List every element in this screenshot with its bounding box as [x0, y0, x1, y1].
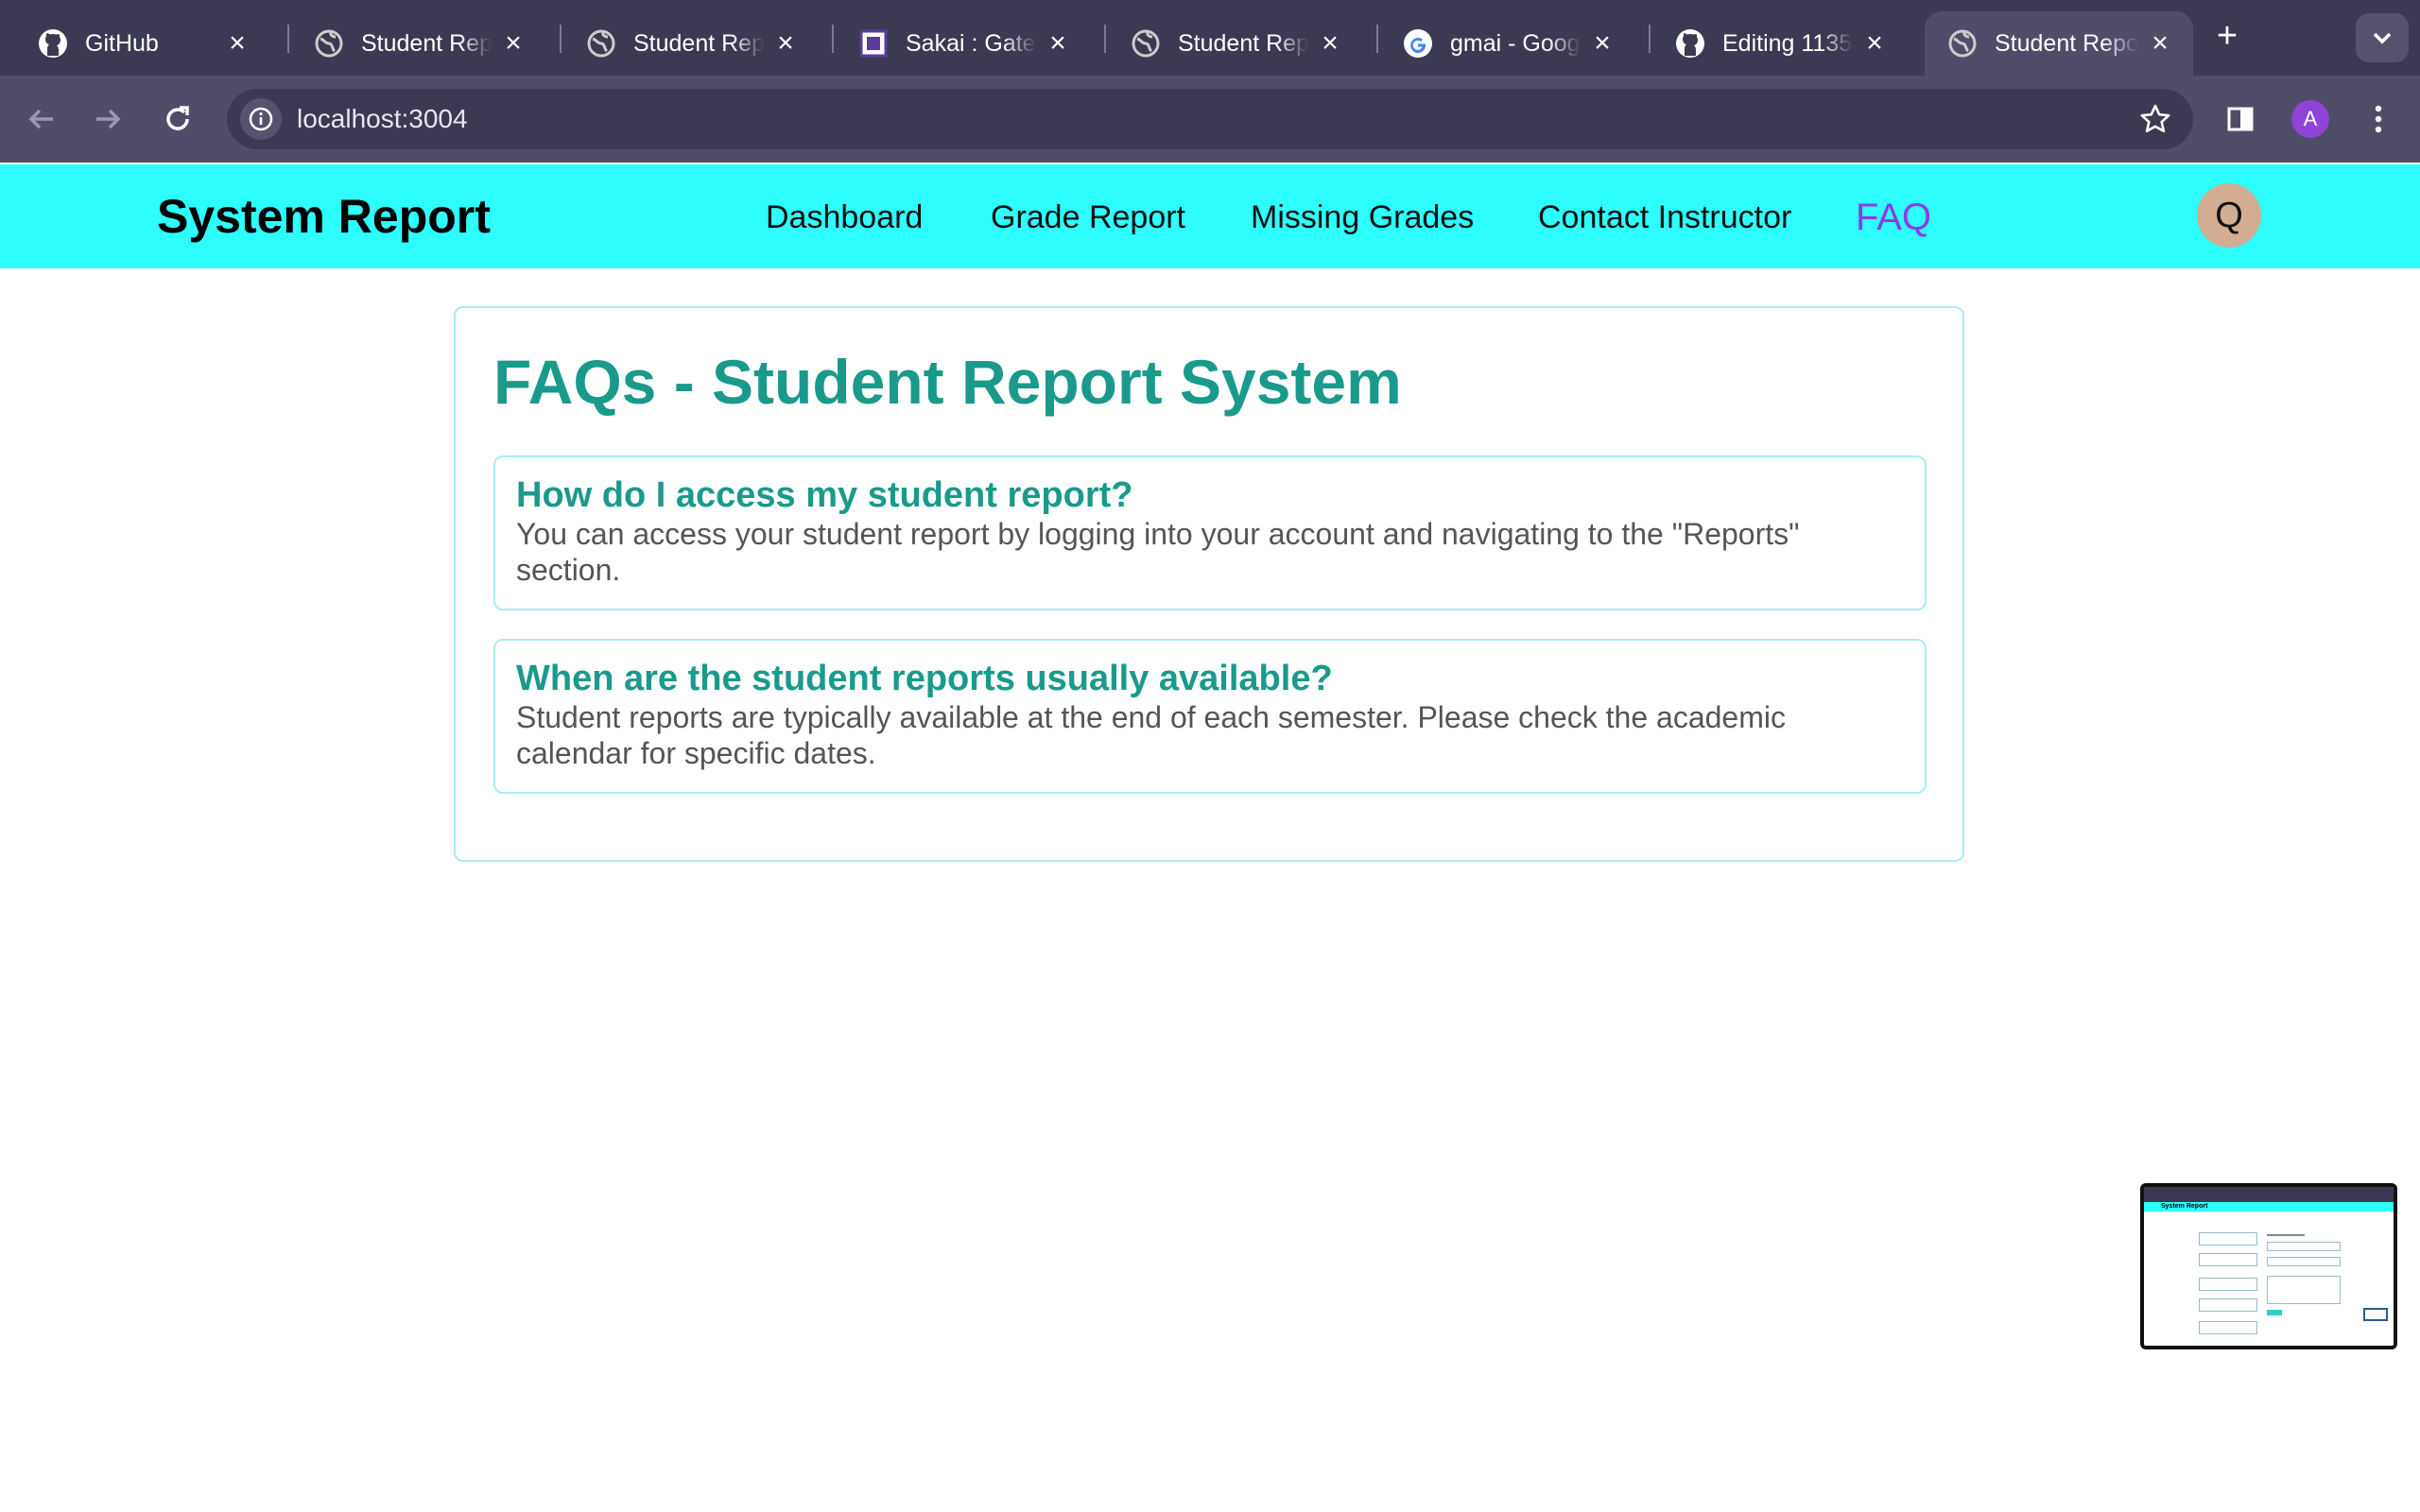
user-avatar[interactable]: Q [2197, 183, 2261, 248]
faq-item: When are the student reports usually ava… [493, 639, 1927, 794]
app-navbar: System Report Dashboard Grade Report Mis… [0, 164, 2420, 268]
arrow-left-icon [28, 109, 53, 129]
url-text: localhost:3004 [297, 104, 468, 133]
faq-question: When are the student reports usually ava… [516, 659, 1333, 698]
close-icon[interactable]: × [2146, 29, 2174, 58]
tab-divider [1649, 25, 1651, 53]
faq-answer: Student reports are typically available … [516, 700, 1786, 770]
close-icon[interactable]: × [1860, 29, 1889, 58]
faq-card: FAQs - Student Report System How do I ac… [454, 306, 1964, 862]
close-icon[interactable]: × [771, 29, 800, 58]
browser-tab[interactable]: GitHub × [15, 11, 270, 76]
browser-menu-button[interactable] [2358, 98, 2399, 140]
sakai-icon [858, 28, 889, 59]
tab-title: Sakai : Gateway [906, 29, 1036, 57]
google-icon [1403, 28, 1433, 59]
tab-title: Editing 11356 [1722, 29, 1853, 57]
tab-divider [1104, 25, 1106, 53]
tab-title: Student Report [1995, 29, 2138, 57]
more-vertical-icon [2375, 105, 2382, 133]
globe-icon [1131, 28, 1161, 59]
faq-item: How do I access my student report? You c… [493, 455, 1927, 610]
browser-tab-active[interactable]: Student Report × [1925, 11, 2193, 76]
thumbnail-brand: System Report [2161, 1203, 2208, 1210]
tab-title: gmai - Google [1450, 29, 1581, 57]
faq-answer: You can access your student report by lo… [516, 517, 1800, 587]
browser-tab[interactable]: Sakai : Gateway × [836, 11, 1091, 76]
tab-title: GitHub [85, 29, 159, 57]
profile-avatar[interactable]: A [2291, 100, 2329, 138]
tab-title: Student Report [633, 29, 764, 57]
reload-button[interactable] [157, 98, 199, 140]
nav-grade-report[interactable]: Grade Report [991, 164, 1185, 268]
tab-title: Student Report [1178, 29, 1308, 57]
thumbnail-field [2199, 1278, 2257, 1291]
thumbnail-field [2199, 1298, 2257, 1312]
bookmark-star-icon[interactable] [2136, 100, 2174, 138]
reload-icon [166, 106, 189, 130]
tab-title: Student Report [361, 29, 492, 57]
github-icon [38, 28, 68, 59]
thumbnail-button [2267, 1310, 2282, 1315]
tab-search-button[interactable] [2356, 13, 2409, 62]
globe-icon [314, 28, 344, 59]
new-tab-button[interactable]: + [2208, 17, 2246, 55]
screenshot-thumbnail[interactable]: System Report [2140, 1183, 2397, 1349]
thumbnail-field [2199, 1321, 2257, 1334]
github-icon [1675, 28, 1705, 59]
globe-icon [1947, 28, 1978, 59]
browser-tab[interactable]: gmai - Google × [1380, 11, 1635, 76]
back-button[interactable] [21, 98, 62, 140]
side-panel-icon [2227, 107, 2254, 131]
address-bar[interactable]: localhost:3004 [227, 89, 2193, 149]
nav-contact-instructor[interactable]: Contact Instructor [1538, 164, 1791, 268]
thumbnail-chrome [2144, 1187, 2394, 1202]
close-icon[interactable]: × [1316, 29, 1344, 58]
forward-button[interactable] [87, 98, 129, 140]
tab-divider [1376, 25, 1378, 53]
browser-tab-strip: GitHub × Student Report × Student Report… [0, 0, 2420, 76]
chevron-down-icon [2373, 32, 2392, 44]
thumbnail-field [2199, 1253, 2257, 1266]
arrow-right-icon [96, 109, 121, 129]
nav-faq[interactable]: FAQ [1856, 164, 1931, 268]
page-title: FAQs - Student Report System [493, 347, 1402, 417]
close-icon[interactable]: × [223, 29, 251, 58]
thumbnail-field [2267, 1257, 2341, 1266]
side-panel-button[interactable] [2220, 98, 2261, 140]
nav-dashboard[interactable]: Dashboard [766, 164, 923, 268]
thumbnail-field [2199, 1232, 2257, 1246]
thumbnail-textarea [2267, 1276, 2341, 1304]
browser-tab[interactable]: Editing 11356 × [1652, 11, 1908, 76]
thumbnail-widget [2363, 1308, 2388, 1321]
site-info-icon[interactable] [240, 98, 282, 140]
tab-divider [832, 25, 834, 53]
thumbnail-label [2267, 1234, 2305, 1236]
close-icon[interactable]: × [1044, 29, 1072, 58]
close-icon[interactable]: × [499, 29, 527, 58]
close-icon[interactable]: × [1588, 29, 1616, 58]
thumbnail-field [2267, 1242, 2341, 1251]
nav-missing-grades[interactable]: Missing Grades [1251, 164, 1474, 268]
brand-title[interactable]: System Report [157, 164, 491, 268]
browser-tab[interactable]: Student Report × [291, 11, 546, 76]
faq-question: How do I access my student report? [516, 475, 1133, 515]
globe-icon [586, 28, 616, 59]
tab-divider [287, 25, 289, 53]
tab-divider [560, 25, 562, 53]
browser-tab[interactable]: Student Report × [1108, 11, 1363, 76]
browser-tab[interactable]: Student Report × [563, 11, 819, 76]
browser-toolbar: localhost:3004 A [0, 76, 2420, 163]
